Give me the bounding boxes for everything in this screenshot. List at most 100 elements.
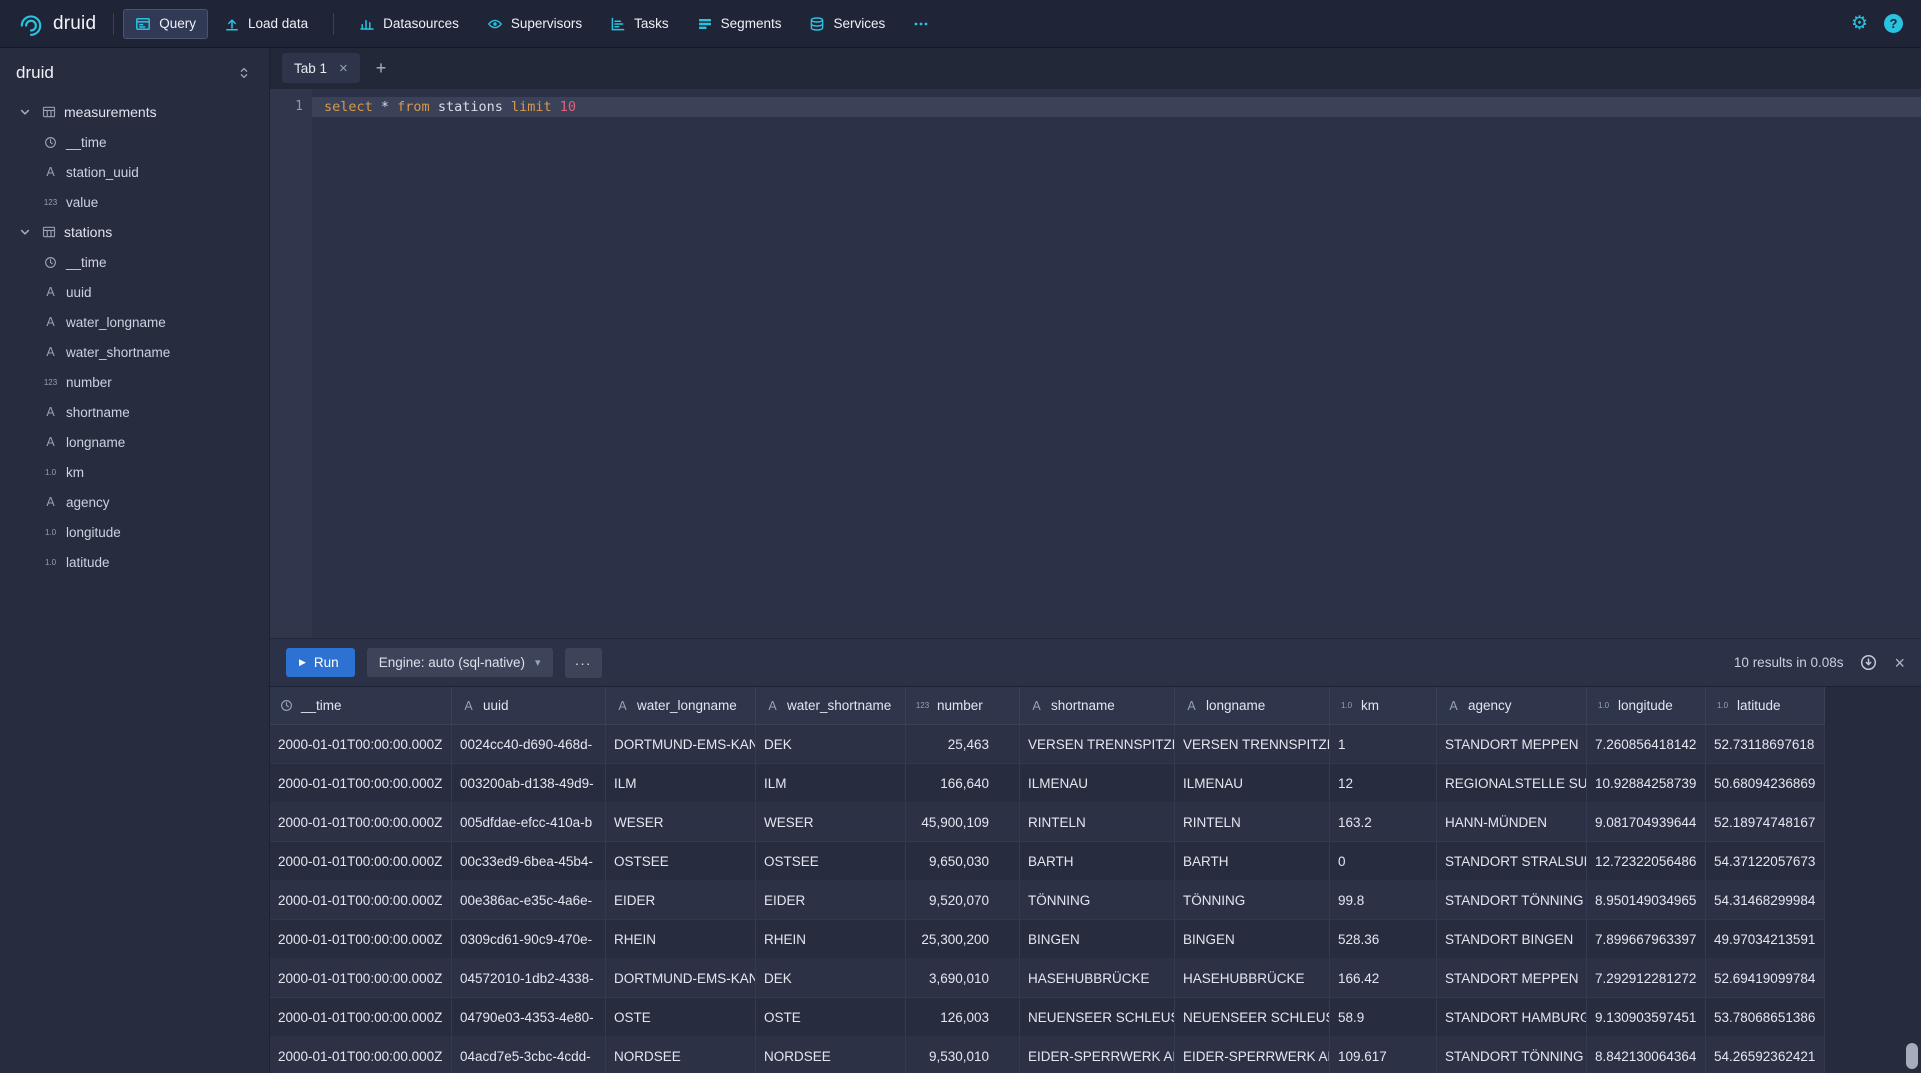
column--time[interactable]: __time — [0, 247, 269, 277]
cell-agency[interactable]: STANDORT MEPPEN — [1437, 725, 1587, 763]
cell-km[interactable]: 163.2 — [1330, 803, 1437, 841]
datasource-measurements[interactable]: measurements — [0, 97, 269, 127]
cell-longname[interactable]: VERSEN TRENNSPITZE — [1175, 725, 1330, 763]
cell-km[interactable]: 166.42 — [1330, 959, 1437, 997]
cell-shortname[interactable]: VERSEN TRENNSPITZE — [1020, 725, 1175, 763]
cell-shortname[interactable]: ILMENAU — [1020, 764, 1175, 802]
run-button[interactable]: ▶ Run — [286, 648, 355, 677]
cell-uuid[interactable]: 04790e03-4353-4e80- — [452, 998, 606, 1036]
cell-km[interactable]: 1 — [1330, 725, 1437, 763]
cell-longitude[interactable]: 9.081704939644 — [1587, 803, 1706, 841]
cell-shortname[interactable]: EIDER-SPERRWERK AP — [1020, 1037, 1175, 1073]
cell-number[interactable]: 9,520,070 — [906, 881, 1020, 919]
cell-latitude[interactable]: 50.68094236869 — [1706, 764, 1825, 802]
cell-km[interactable]: 528.36 — [1330, 920, 1437, 958]
cell-latitude[interactable]: 54.31468299984 — [1706, 881, 1825, 919]
cell-water-longname[interactable]: NORDSEE — [606, 1037, 756, 1073]
cell-agency[interactable]: STANDORT BINGEN — [1437, 920, 1587, 958]
cell-number[interactable]: 126,003 — [906, 998, 1020, 1036]
cell-water-longname[interactable]: RHEIN — [606, 920, 756, 958]
scrollbar-thumb[interactable] — [1906, 1043, 1918, 1069]
cell-km[interactable]: 0 — [1330, 842, 1437, 880]
cell-water-shortname[interactable]: DEK — [756, 725, 906, 763]
header-cell-water-shortname[interactable]: Awater_shortname — [756, 687, 906, 724]
header-cell-agency[interactable]: Aagency — [1437, 687, 1587, 724]
header-cell-km[interactable]: 1.0km — [1330, 687, 1437, 724]
cell-water-longname[interactable]: ILM — [606, 764, 756, 802]
cell--time[interactable]: 2000-01-01T00:00:00.000Z — [270, 764, 452, 802]
nav-item-more[interactable] — [901, 9, 941, 39]
cell-water-shortname[interactable]: ILM — [756, 764, 906, 802]
cell-shortname[interactable]: BARTH — [1020, 842, 1175, 880]
cell-water-longname[interactable]: OSTE — [606, 998, 756, 1036]
column-number[interactable]: 123number — [0, 367, 269, 397]
cell-longitude[interactable]: 8.950149034965 — [1587, 881, 1706, 919]
engine-select[interactable]: Engine: auto (sql-native) ▾ — [367, 648, 553, 677]
header-cell-water-longname[interactable]: Awater_longname — [606, 687, 756, 724]
column-longname[interactable]: Alongname — [0, 427, 269, 457]
cell-longname[interactable]: ILMENAU — [1175, 764, 1330, 802]
cell-shortname[interactable]: TÖNNING — [1020, 881, 1175, 919]
cell--time[interactable]: 2000-01-01T00:00:00.000Z — [270, 842, 452, 880]
header-cell-longname[interactable]: Alongname — [1175, 687, 1330, 724]
column-station-uuid[interactable]: Astation_uuid — [0, 157, 269, 187]
help-icon[interactable]: ? — [1884, 14, 1903, 33]
header-cell--time[interactable]: __time — [270, 687, 452, 724]
cell-water-shortname[interactable]: WESER — [756, 803, 906, 841]
nav-item-datasources[interactable]: Datasources — [347, 9, 471, 39]
cell-longitude[interactable]: 7.292912281272 — [1587, 959, 1706, 997]
cell--time[interactable]: 2000-01-01T00:00:00.000Z — [270, 725, 452, 763]
cell-shortname[interactable]: BINGEN — [1020, 920, 1175, 958]
cell-agency[interactable]: STANDORT HAMBURG — [1437, 998, 1587, 1036]
cell-water-longname[interactable]: OSTSEE — [606, 842, 756, 880]
cell-uuid[interactable]: 0024cc40-d690-468d- — [452, 725, 606, 763]
cell-longitude[interactable]: 8.842130064364 — [1587, 1037, 1706, 1073]
cell-water-shortname[interactable]: EIDER — [756, 881, 906, 919]
cell-number[interactable]: 3,690,010 — [906, 959, 1020, 997]
cell-water-longname[interactable]: EIDER — [606, 881, 756, 919]
cell-water-shortname[interactable]: NORDSEE — [756, 1037, 906, 1073]
cell--time[interactable]: 2000-01-01T00:00:00.000Z — [270, 920, 452, 958]
cell-water-shortname[interactable]: OSTSEE — [756, 842, 906, 880]
query-editor[interactable]: 1 select * from stations limit 10 — [270, 89, 1921, 638]
cell-latitude[interactable]: 52.73118697618 — [1706, 725, 1825, 763]
close-results-icon[interactable]: × — [1894, 654, 1905, 672]
cell-number[interactable]: 9,650,030 — [906, 842, 1020, 880]
cell-km[interactable]: 12 — [1330, 764, 1437, 802]
cell-longname[interactable]: HASEHUBBRÜCKE — [1175, 959, 1330, 997]
cell-uuid[interactable]: 04acd7e5-3cbc-4cdd- — [452, 1037, 606, 1073]
cell-shortname[interactable]: NEUENSEER SCHLEUSE — [1020, 998, 1175, 1036]
cell-km[interactable]: 109.617 — [1330, 1037, 1437, 1073]
cell-longname[interactable]: RINTELN — [1175, 803, 1330, 841]
cell-uuid[interactable]: 04572010-1db2-4338- — [452, 959, 606, 997]
cell--time[interactable]: 2000-01-01T00:00:00.000Z — [270, 959, 452, 997]
cell-longitude[interactable]: 7.260856418142 — [1587, 725, 1706, 763]
cell-longitude[interactable]: 7.899667963397 — [1587, 920, 1706, 958]
query-more-button[interactable]: ··· — [565, 648, 602, 678]
cell-uuid[interactable]: 00e386ac-e35c-4a6e- — [452, 881, 606, 919]
column-water-longname[interactable]: Awater_longname — [0, 307, 269, 337]
cell-km[interactable]: 58.9 — [1330, 998, 1437, 1036]
nav-item-supervisors[interactable]: Supervisors — [475, 9, 594, 39]
column--time[interactable]: __time — [0, 127, 269, 157]
cell-longitude[interactable]: 9.130903597451 — [1587, 998, 1706, 1036]
cell-longname[interactable]: EIDER-SPERRWERK AP — [1175, 1037, 1330, 1073]
cell-longitude[interactable]: 12.72322056486 — [1587, 842, 1706, 880]
nav-item-load-data[interactable]: Load data — [212, 9, 320, 39]
cell-water-longname[interactable]: WESER — [606, 803, 756, 841]
cell-latitude[interactable]: 54.26592362421 — [1706, 1037, 1825, 1073]
datasource-stations[interactable]: stations — [0, 217, 269, 247]
header-cell-uuid[interactable]: Auuid — [452, 687, 606, 724]
header-cell-number[interactable]: 123number — [906, 687, 1020, 724]
column-value[interactable]: 123value — [0, 187, 269, 217]
cell-agency[interactable]: REGIONALSTELLE SUHL — [1437, 764, 1587, 802]
cell-uuid[interactable]: 0309cd61-90c9-470e- — [452, 920, 606, 958]
cell-latitude[interactable]: 52.18974748167 — [1706, 803, 1825, 841]
nav-item-tasks[interactable]: Tasks — [598, 9, 681, 39]
nav-item-segments[interactable]: Segments — [685, 9, 794, 39]
tab-1[interactable]: Tab 1 × — [282, 53, 360, 83]
cell-km[interactable]: 99.8 — [1330, 881, 1437, 919]
cell-water-longname[interactable]: DORTMUND-EMS-KANAL — [606, 959, 756, 997]
nav-item-query[interactable]: Query — [123, 9, 208, 39]
cell--time[interactable]: 2000-01-01T00:00:00.000Z — [270, 1037, 452, 1073]
